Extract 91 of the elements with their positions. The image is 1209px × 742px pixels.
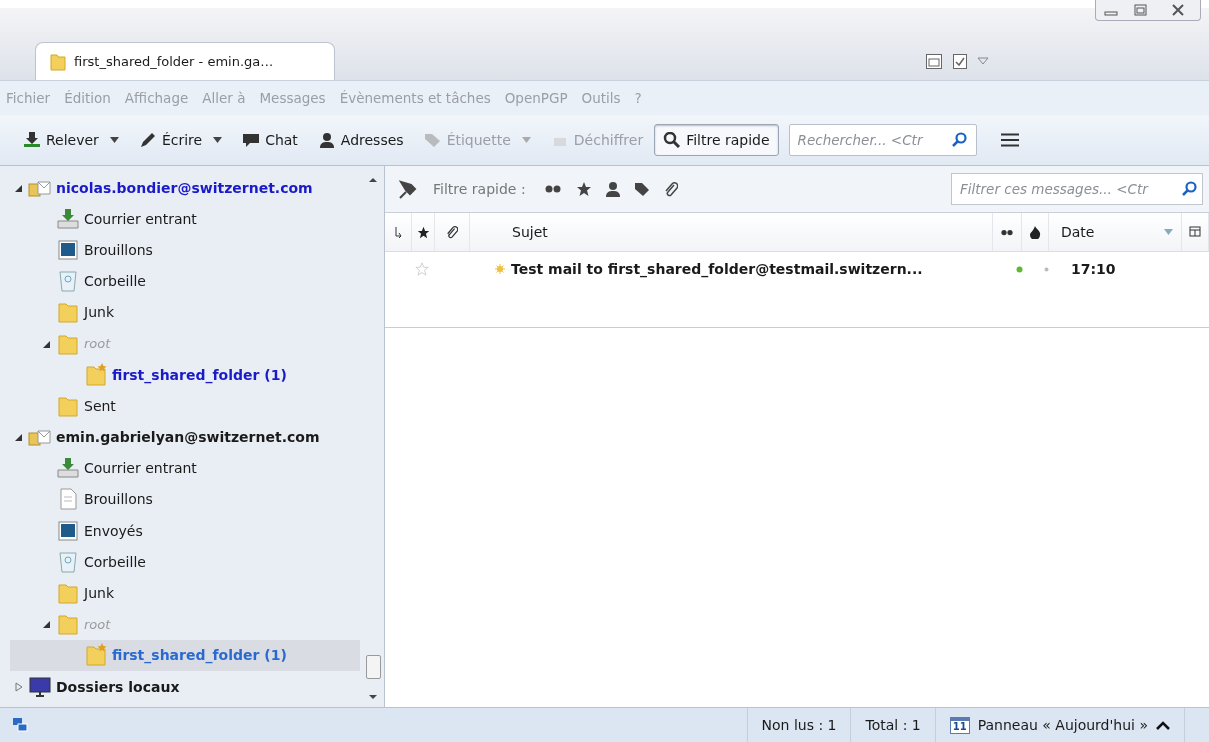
folder-name: root xyxy=(84,616,111,632)
paperclip-icon xyxy=(446,225,458,239)
tab-title: first_shared_folder - emin.ga… xyxy=(74,54,274,69)
folder-name: Junk xyxy=(84,304,114,321)
folder-name: Brouillons xyxy=(84,241,153,258)
folder-item[interactable]: Courrier entrant xyxy=(10,203,360,235)
folder-item[interactable]: Brouillons xyxy=(10,234,360,266)
toolbar-icon xyxy=(138,132,157,148)
thread-icon xyxy=(394,226,402,238)
toolbar-button[interactable]: Filtre rapide xyxy=(654,124,779,156)
folder-item[interactable]: first_shared_folder (1) xyxy=(10,359,360,391)
column-header[interactable]: Date xyxy=(1049,213,1182,251)
caret-icon xyxy=(521,137,531,143)
pin-icon[interactable] xyxy=(397,178,419,200)
column-picker-icon xyxy=(1188,225,1202,239)
unread-count: Non lus : 1 xyxy=(746,708,851,742)
search-field[interactable]: Rechercher... <Ctr xyxy=(788,124,977,156)
folder-tab[interactable]: first_shared_folder - emin.ga… xyxy=(35,42,335,80)
filter-input[interactable]: Filtrer ces messages... <Ctr xyxy=(960,174,1182,204)
folder-item[interactable]: Sent xyxy=(10,390,360,422)
quick-filter-label: Filtre rapide : xyxy=(433,181,526,197)
toolbar-icon xyxy=(663,132,682,148)
star-icon xyxy=(416,225,430,239)
message-subject: Test mail to first_shared_folder@testmail.switzern... xyxy=(511,261,923,277)
search-icon xyxy=(951,132,968,148)
folder-item[interactable]: nicolas.bondier@switzernet.com xyxy=(10,172,360,204)
folder-item[interactable]: Corbeille xyxy=(10,265,360,297)
folder-item[interactable]: Brouillons xyxy=(10,483,360,516)
message-date: 17:10 xyxy=(1070,260,1117,279)
menu-icon[interactable] xyxy=(1000,133,1019,147)
expanded-icon[interactable] xyxy=(42,619,52,630)
folder-name: Courrier entrant xyxy=(84,210,197,227)
contact-icon[interactable] xyxy=(605,181,620,197)
search-icon xyxy=(1182,181,1198,197)
folder-name: Corbeille xyxy=(84,273,146,290)
folder-item[interactable]: Courrier entrant xyxy=(10,452,360,484)
folder-name: nicolas.bondier@switzernet.com xyxy=(56,179,313,196)
folder-item[interactable]: Junk xyxy=(10,296,360,328)
folder-name: Sent xyxy=(84,397,116,414)
scroll-down-icon[interactable] xyxy=(368,693,378,701)
glasses-icon[interactable] xyxy=(543,183,562,195)
toolbar-button[interactable]: Écrire xyxy=(129,124,232,156)
today-pane-button[interactable]: 11 Panneau « Aujourd'hui » xyxy=(934,708,1184,742)
task-icon[interactable] xyxy=(951,52,969,70)
folder-item[interactable]: Junk xyxy=(10,577,360,609)
toolbar-icon xyxy=(317,132,336,148)
dropdown-icon[interactable] xyxy=(977,56,989,66)
folder-name: Courrier entrant xyxy=(84,460,197,477)
folder-name: root xyxy=(84,336,111,352)
network-icon[interactable] xyxy=(12,717,28,733)
folder-name: emin.gabrielyan@switzernet.com xyxy=(56,429,320,446)
toolbar-icon xyxy=(23,132,41,148)
folder-item[interactable]: first_shared_folder (1) xyxy=(10,639,360,671)
folder-name: Junk xyxy=(84,585,114,602)
folder-item[interactable]: emin.gabrielyan@switzernet.com xyxy=(10,421,360,453)
collapsed-icon[interactable] xyxy=(14,681,24,692)
search-input[interactable]: Rechercher... <Ctr xyxy=(797,125,952,155)
folder-name: Envoyés xyxy=(84,522,143,539)
folder-item[interactable]: Envoyés xyxy=(10,515,360,547)
expanded-icon[interactable] xyxy=(14,432,24,443)
folder-item[interactable]: Corbeille xyxy=(10,546,360,578)
glasses-icon xyxy=(1000,227,1014,237)
toolbar-icon xyxy=(423,132,442,148)
folder-name: first_shared_folder (1) xyxy=(112,366,287,383)
toolbar-icon xyxy=(242,132,261,148)
toolbar-button[interactable]: Chat xyxy=(233,124,307,156)
calendar-icon: 11 xyxy=(949,716,970,734)
caret-icon xyxy=(213,137,223,143)
folder-name: first_shared_folder (1) xyxy=(112,647,287,664)
paperclip-icon[interactable] xyxy=(663,181,678,197)
toolbar-button[interactable]: Relever xyxy=(14,124,128,156)
folder-item[interactable]: Dossiers locaux xyxy=(10,671,360,703)
scroll-up-icon[interactable] xyxy=(368,176,378,184)
filter-field[interactable]: Filtrer ces messages... <Ctr xyxy=(951,173,1203,205)
status-dot[interactable] xyxy=(1015,265,1023,273)
calendar-icon[interactable] xyxy=(925,52,943,70)
junk-dot[interactable] xyxy=(1043,266,1049,272)
total-count: Total : 1 xyxy=(850,708,935,742)
toolbar-button[interactable]: Adresses xyxy=(308,124,413,156)
star-icon[interactable] xyxy=(415,262,429,276)
tag-icon[interactable] xyxy=(633,181,650,197)
message-row[interactable]: Test mail to first_shared_folder@testmail.switzern... 17:10 xyxy=(385,252,1209,286)
caret-icon xyxy=(109,137,119,143)
scroll-thumb[interactable] xyxy=(365,655,381,679)
folder-name: Corbeille xyxy=(84,553,146,570)
caret-icon xyxy=(1156,720,1170,730)
column-header[interactable]: Sujet xyxy=(470,213,993,251)
folder-name: Dossiers locaux xyxy=(56,678,180,695)
folder-name: Brouillons xyxy=(84,491,153,508)
sort-icon xyxy=(1164,229,1173,235)
star-icon[interactable] xyxy=(575,181,592,197)
